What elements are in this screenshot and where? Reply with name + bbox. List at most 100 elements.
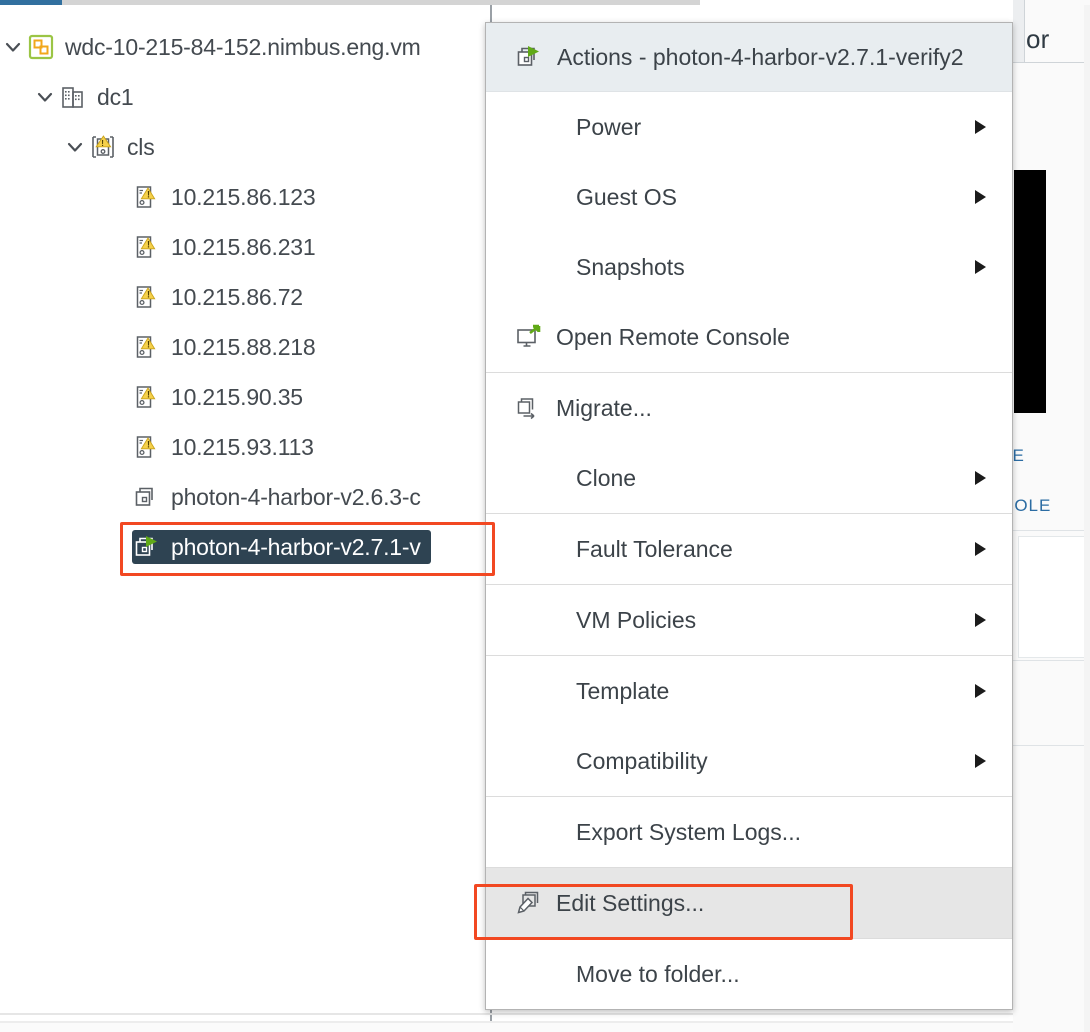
- chevron-down-icon[interactable]: [62, 134, 88, 160]
- menu-item-label: Export System Logs...: [576, 818, 801, 845]
- menu-item-template[interactable]: Template: [486, 656, 1012, 726]
- migrate-icon: [514, 393, 544, 423]
- submenu-arrow-icon: [975, 542, 986, 556]
- host-warning-icon: !: [132, 232, 162, 262]
- menu-item-label: Compatibility: [576, 747, 708, 774]
- context-menu-body: Power Guest OS Snapshots Open Remote Consol…: [486, 92, 1012, 1009]
- context-menu-group: Move to folder...: [486, 939, 1012, 1009]
- bottom-divider-1: [0, 1013, 1013, 1015]
- active-tab-underline[interactable]: [0, 0, 62, 5]
- menu-item-power[interactable]: Power: [486, 92, 1012, 162]
- tree-item-label: 10.215.86.72: [171, 283, 303, 310]
- menu-item-edit-settings[interactable]: Edit Settings...: [486, 868, 1012, 938]
- tree-item[interactable]: dc1: [32, 80, 134, 114]
- tree-item-selected[interactable]: photon-4-harbor-v2.7.1-v: [132, 530, 431, 564]
- tree-item-label: 10.215.88.218: [171, 333, 316, 360]
- host-warning-icon: !: [132, 432, 162, 462]
- inventory-tree: wdc-10-215-84-152.nimbus.eng.vm dc1! cls! 1…: [0, 12, 492, 1012]
- menu-item-label: Guest OS: [576, 183, 677, 210]
- submenu-arrow-icon: [975, 684, 986, 698]
- tree-item[interactable]: ! 10.215.90.35: [132, 380, 303, 414]
- tree-item-label: 10.215.86.231: [171, 233, 316, 260]
- tree-item[interactable]: photon-4-harbor-v2.6.3-c: [132, 480, 421, 514]
- vm-icon: [132, 482, 162, 512]
- tree-item[interactable]: ! 10.215.86.231: [132, 230, 316, 264]
- remote-console-icon: [514, 322, 544, 352]
- menu-item-label: Edit Settings...: [556, 889, 705, 916]
- bottom-status-strip: [0, 1023, 1013, 1032]
- menu-item-export-system-logs[interactable]: Export System Logs...: [486, 797, 1012, 867]
- svg-text:!: !: [147, 390, 150, 400]
- cluster-warning-icon: !: [88, 132, 118, 162]
- tab-strip: [0, 0, 700, 5]
- menu-item-fault-tolerance[interactable]: Fault Tolerance: [486, 514, 1012, 584]
- menu-item-move-to-folder[interactable]: Move to folder...: [486, 939, 1012, 1009]
- tree-item-label: wdc-10-215-84-152.nimbus.eng.vm: [65, 33, 421, 60]
- background-divider-3: [1013, 745, 1090, 746]
- submenu-arrow-icon: [975, 260, 986, 274]
- menu-item-snapshots[interactable]: Snapshots: [486, 232, 1012, 302]
- tree-item[interactable]: wdc-10-215-84-152.nimbus.eng.vm: [0, 30, 421, 64]
- menu-item-label: Fault Tolerance: [576, 535, 733, 562]
- context-menu-group: Export System Logs...: [486, 797, 1012, 868]
- tree-item-label: 10.215.86.123: [171, 183, 316, 210]
- tree-item[interactable]: ! 10.215.86.123: [132, 180, 316, 214]
- screen-root: or LE SOLE wdc-10-215-84-152.nimbus.eng.…: [0, 0, 1090, 1032]
- menu-item-label: VM Policies: [576, 606, 697, 633]
- menu-item-clone[interactable]: Clone: [486, 443, 1012, 513]
- host-warning-icon: !: [132, 182, 162, 212]
- datacenter-icon: [58, 82, 88, 112]
- vcenter-icon: [26, 32, 56, 62]
- actions-context-menu: Actions - photon-4-harbor-v2.7.1-verify2…: [485, 22, 1013, 1010]
- menu-item-label: Move to folder...: [576, 960, 740, 987]
- tree-item-label: 10.215.90.35: [171, 383, 303, 410]
- host-warning-icon: !: [132, 282, 162, 312]
- host-warning-icon: !: [132, 382, 162, 412]
- context-menu-group: Edit Settings...: [486, 868, 1012, 939]
- menu-item-guest-os[interactable]: Guest OS: [486, 162, 1012, 232]
- context-menu-title: Actions - photon-4-harbor-v2.7.1-verify2: [557, 43, 964, 70]
- menu-item-migrate[interactable]: Migrate...: [486, 373, 1012, 443]
- tree-item-label: dc1: [97, 83, 134, 110]
- submenu-arrow-icon: [975, 613, 986, 627]
- context-menu-group: Template Compatibility: [486, 656, 1012, 797]
- chevron-down-icon[interactable]: [32, 84, 58, 110]
- background-card: [1018, 536, 1090, 658]
- menu-item-label: Template: [576, 677, 670, 704]
- tree-item-label: photon-4-harbor-v2.6.3-c: [171, 483, 421, 510]
- menu-item-label: Open Remote Console: [556, 323, 790, 350]
- tree-item[interactable]: ! cls: [62, 130, 155, 164]
- submenu-arrow-icon: [975, 754, 986, 768]
- background-header-divider: [1013, 62, 1090, 63]
- context-menu-header: Actions - photon-4-harbor-v2.7.1-verify2: [486, 23, 1012, 92]
- menu-item-label: Migrate...: [556, 394, 652, 421]
- svg-text:!: !: [147, 290, 150, 300]
- menu-item-label: Clone: [576, 464, 637, 491]
- context-menu-group: Power Guest OS Snapshots Open Remote Consol…: [486, 92, 1012, 373]
- background-detail-panel: [1013, 0, 1090, 1032]
- tree-item[interactable]: ! 10.215.86.72: [132, 280, 303, 314]
- context-menu-group: VM Policies: [486, 585, 1012, 656]
- menu-item-label: Power: [576, 113, 642, 140]
- svg-text:!: !: [147, 240, 150, 250]
- vm-console-thumbnail[interactable]: [1014, 170, 1046, 413]
- vertical-scrollbar[interactable]: [1084, 5, 1090, 1032]
- background-divider-1: [1013, 530, 1090, 531]
- svg-text:!: !: [147, 440, 150, 450]
- tree-item-label: cls: [127, 133, 155, 160]
- submenu-arrow-icon: [975, 471, 986, 485]
- tree-item[interactable]: ! 10.215.88.218: [132, 330, 316, 364]
- svg-text:!: !: [101, 139, 104, 148]
- context-menu-group: Migrate... Clone: [486, 373, 1012, 514]
- tree-item[interactable]: ! 10.215.93.113: [132, 430, 314, 464]
- tree-item-label: photon-4-harbor-v2.7.1-v: [171, 533, 421, 560]
- menu-item-label: Snapshots: [576, 253, 685, 280]
- svg-text:!: !: [147, 190, 150, 200]
- vm-running-icon: [132, 532, 162, 562]
- submenu-arrow-icon: [975, 190, 986, 204]
- menu-item-compatibility[interactable]: Compatibility: [486, 726, 1012, 796]
- menu-item-open-remote-console[interactable]: Open Remote Console: [486, 302, 1012, 372]
- tree-item-label: 10.215.93.113: [171, 433, 314, 460]
- menu-item-vm-policies[interactable]: VM Policies: [486, 585, 1012, 655]
- chevron-down-icon[interactable]: [0, 34, 26, 60]
